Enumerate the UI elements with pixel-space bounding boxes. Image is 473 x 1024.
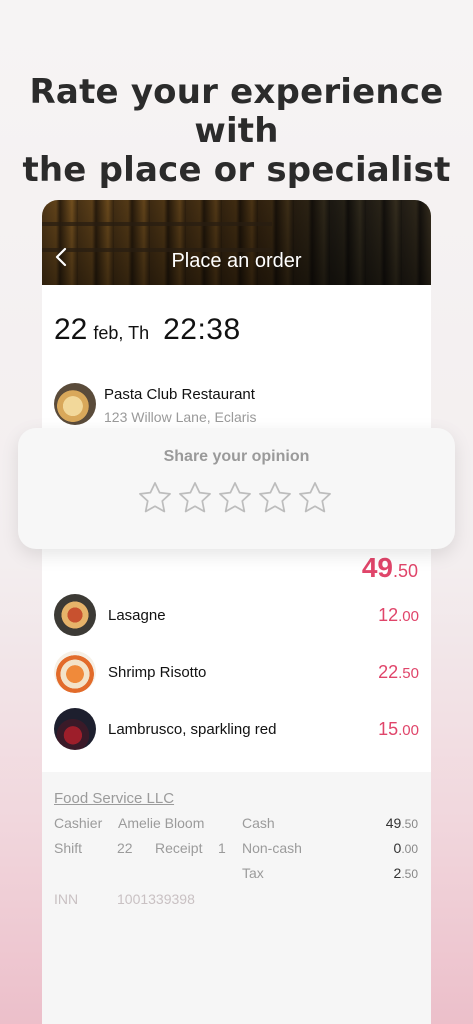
star-outline-icon[interactable] <box>296 479 336 517</box>
list-item[interactable]: Lambrusco, sparkling red 15.00 <box>54 708 419 750</box>
headline: Rate your experience with the place or s… <box>0 73 473 190</box>
screen-title: Place an order <box>171 250 302 272</box>
tax-label: Tax <box>242 865 264 881</box>
date-day: 22 <box>54 313 88 346</box>
star-rating[interactable] <box>136 479 336 517</box>
company-link[interactable]: Food Service LLC <box>54 790 174 807</box>
order-total: 49.50 <box>362 552 418 584</box>
tax-value: 2.50 <box>394 865 418 881</box>
noncash-decimal: .00 <box>401 842 418 856</box>
venue-row[interactable]: Pasta Club Restaurant 123 Willow Lane, E… <box>54 383 257 425</box>
price-integer: 22 <box>378 661 399 682</box>
cash-value: 49.50 <box>386 815 418 831</box>
price-decimal: .00 <box>398 721 419 739</box>
order-time: 22:38 <box>163 313 241 346</box>
item-name: Shrimp Risotto <box>108 663 207 681</box>
total-decimal: .50 <box>392 561 418 581</box>
cashier-label: Cashier <box>54 815 103 831</box>
inn-label: INN <box>54 891 79 907</box>
tax-decimal: .50 <box>401 867 418 881</box>
date-rest: feb, Th <box>93 323 150 343</box>
headline-line-1: Rate your experience with <box>29 72 444 151</box>
dish-image <box>54 594 96 636</box>
venue-address: 123 Willow Lane, Eclaris <box>104 409 257 425</box>
shift-label: Shift <box>54 840 83 856</box>
inn-value: 1001339398 <box>117 891 195 907</box>
rating-title: Share your opinion <box>163 448 310 465</box>
star-outline-icon[interactable] <box>176 479 216 517</box>
venue-avatar <box>54 383 96 425</box>
noncash-label: Non-cash <box>242 840 302 856</box>
item-name: Lasagne <box>108 606 166 624</box>
price-decimal: .50 <box>398 664 419 682</box>
star-outline-icon[interactable] <box>216 479 256 517</box>
dish-image <box>54 651 96 693</box>
restaurant-banner: Place an order <box>42 200 431 285</box>
receipt-value: 1 <box>218 840 226 856</box>
rating-card: Share your opinion <box>18 428 455 549</box>
cash-integer: 49 <box>385 815 402 831</box>
noncash-value: 0.00 <box>394 840 418 856</box>
order-datetime: 22 feb, Th 22:38 <box>54 313 241 347</box>
price-decimal: .00 <box>398 607 419 625</box>
receipt-details: Food Service LLC Cashier Amelie Bloom Ca… <box>42 772 431 1024</box>
item-price: 22.50 <box>378 662 419 683</box>
receipt-label: Receipt <box>155 840 203 856</box>
item-price: 12.00 <box>378 605 419 626</box>
venue-name: Pasta Club Restaurant <box>104 386 255 403</box>
price-integer: 15 <box>378 718 399 739</box>
banner-shelf <box>42 222 272 226</box>
total-integer: 49 <box>361 552 393 583</box>
headline-line-2: the place or specialist <box>22 150 451 190</box>
shift-value: 22 <box>117 840 133 856</box>
cashier-value: Amelie Bloom <box>118 815 205 831</box>
item-name: Lambrusco, sparkling red <box>108 720 277 738</box>
list-item[interactable]: Lasagne 12.00 <box>54 594 419 636</box>
list-item[interactable]: Shrimp Risotto 22.50 <box>54 651 419 693</box>
dish-image <box>54 708 96 750</box>
order-screen: Place an order 22 feb, Th 22:38 Pasta Club… <box>42 200 431 1024</box>
cash-decimal: .50 <box>401 817 418 831</box>
price-integer: 12 <box>378 604 399 625</box>
star-outline-icon[interactable] <box>256 479 296 517</box>
cash-label: Cash <box>242 815 275 831</box>
item-price: 15.00 <box>378 719 419 740</box>
star-outline-icon[interactable] <box>136 479 176 517</box>
